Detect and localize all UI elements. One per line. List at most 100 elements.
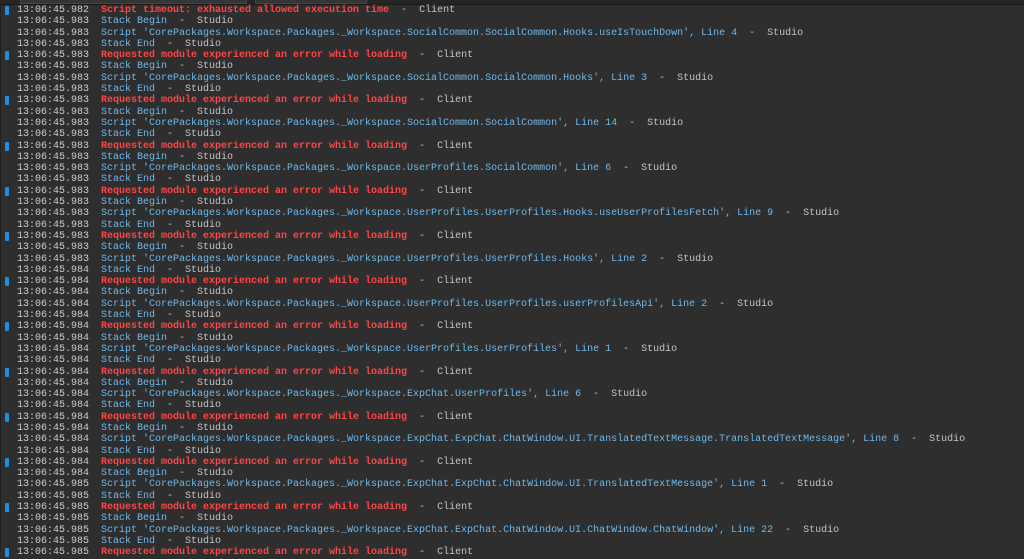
log-separator: - xyxy=(167,332,198,344)
log-entry[interactable]: 13:06:45.985 Stack End - Studio xyxy=(0,491,1024,502)
log-entry[interactable]: 13:06:45.984 Script 'CorePackages.Workspa… xyxy=(0,434,1024,445)
log-entry-error[interactable]: 13:06:45.983 Requested module experienced… xyxy=(0,95,1024,106)
log-entry-error[interactable]: 13:06:45.983 Requested module experienced… xyxy=(0,186,1024,197)
log-separator: - xyxy=(155,219,186,231)
log-entry[interactable]: 13:06:45.983 Script 'CorePackages.Workspa… xyxy=(0,73,1024,84)
log-message: Stack End xyxy=(101,445,156,457)
log-source: Client xyxy=(419,5,456,16)
log-separator: - xyxy=(167,106,198,118)
log-separator: - xyxy=(773,524,804,536)
error-marker-icon xyxy=(5,322,9,332)
log-source: Client xyxy=(437,411,474,423)
log-entry-error[interactable]: 13:06:45.983 Requested module experienced… xyxy=(0,231,1024,242)
log-entry[interactable]: 13:06:45.984 Stack Begin - Studio xyxy=(0,287,1024,298)
log-entry-error[interactable]: 13:06:45.984 Requested module experienced… xyxy=(0,276,1024,287)
log-source: Studio xyxy=(197,242,234,254)
log-entry-error[interactable]: 13:06:45.983 Requested module experienced… xyxy=(0,50,1024,61)
log-entry[interactable]: 13:06:45.984 Script 'CorePackages.Workspa… xyxy=(0,299,1024,310)
log-source: Studio xyxy=(647,117,684,129)
log-entry[interactable]: 13:06:45.984 Stack End - Studio xyxy=(0,400,1024,411)
log-entry[interactable]: 13:06:45.983 Script 'CorePackages.Workspa… xyxy=(0,208,1024,219)
log-entry[interactable]: 13:06:45.983 Stack End - Studio xyxy=(0,84,1024,95)
log-timestamp: 13:06:45.983 xyxy=(17,38,90,50)
log-message: Stack Begin xyxy=(101,151,168,163)
log-source: Client xyxy=(437,230,474,242)
log-entry[interactable]: 13:06:45.983 Script 'CorePackages.Workspa… xyxy=(0,163,1024,174)
log-source: Studio xyxy=(197,61,234,73)
log-source: Client xyxy=(437,140,474,152)
log-timestamp: 13:06:45.984 xyxy=(17,377,90,389)
log-entry[interactable]: 13:06:45.983 Stack Begin - Studio xyxy=(0,61,1024,72)
log-entry[interactable]: 13:06:45.984 Stack Begin - Studio xyxy=(0,423,1024,434)
log-entry[interactable]: 13:06:45.983 Stack End - Studio xyxy=(0,174,1024,185)
log-entry-error[interactable]: 13:06:45.983 Requested module experienced… xyxy=(0,141,1024,152)
log-entry[interactable]: 13:06:45.985 Script 'CorePackages.Workspa… xyxy=(0,525,1024,536)
log-entry-error[interactable]: 13:06:45.984 Requested module experienced… xyxy=(0,412,1024,423)
log-entry-error[interactable]: 13:06:45.984 Requested module experienced… xyxy=(0,367,1024,378)
log-separator: - xyxy=(767,479,798,491)
log-separator: - xyxy=(155,445,186,457)
log-entry[interactable]: 13:06:45.983 Stack Begin - Studio xyxy=(0,152,1024,163)
log-entry[interactable]: 13:06:45.984 Stack End - Studio xyxy=(0,446,1024,457)
log-message: Stack End xyxy=(101,490,156,502)
log-message: Requested module experienced an error wh… xyxy=(101,411,408,423)
log-entry[interactable]: 13:06:45.983 Stack Begin - Studio xyxy=(0,197,1024,208)
log-message: Script 'CorePackages.Workspace.Packages.… xyxy=(101,117,618,129)
error-marker-icon xyxy=(5,96,9,106)
log-entry[interactable]: 13:06:45.984 Stack End - Studio xyxy=(0,355,1024,366)
log-entry[interactable]: 13:06:45.984 Script 'CorePackages.Workspa… xyxy=(0,344,1024,355)
log-entry[interactable]: 13:06:45.983 Stack End - Studio xyxy=(0,129,1024,140)
log-source: Studio xyxy=(797,479,834,491)
log-message: Script 'CorePackages.Workspace.Packages.… xyxy=(101,253,648,265)
log-timestamp: 13:06:45.984 xyxy=(17,287,90,299)
log-entry[interactable]: 13:06:45.984 Stack Begin - Studio xyxy=(0,378,1024,389)
log-entry-error[interactable]: 13:06:45.984 Requested module experienced… xyxy=(0,321,1024,332)
log-timestamp: 13:06:45.984 xyxy=(17,332,90,344)
log-source: Client xyxy=(437,502,474,514)
log-entry-error[interactable]: 13:06:45.984 Requested module experienced… xyxy=(0,457,1024,468)
log-source: Studio xyxy=(197,332,234,344)
log-entry[interactable]: 13:06:45.984 Stack Begin - Studio xyxy=(0,468,1024,479)
log-message: Script 'CorePackages.Workspace.Packages.… xyxy=(101,72,648,84)
log-entry[interactable]: 13:06:45.985 Stack Begin - Studio xyxy=(0,513,1024,524)
error-marker-icon xyxy=(5,51,9,61)
log-message: Stack Begin xyxy=(101,468,168,480)
log-separator: - xyxy=(155,84,186,96)
log-source: Client xyxy=(437,95,474,107)
log-source: Studio xyxy=(185,84,222,96)
log-entry[interactable]: 13:06:45.984 Stack End - Studio xyxy=(0,310,1024,321)
log-entry[interactable]: 13:06:45.984 Stack End - Studio xyxy=(0,265,1024,276)
log-message: Stack Begin xyxy=(101,287,168,299)
log-source: Studio xyxy=(677,253,714,265)
log-entry-error[interactable]: 13:06:45.985 Requested module experienced… xyxy=(0,502,1024,513)
log-message: Stack End xyxy=(101,535,156,547)
tab[interactable] xyxy=(255,0,367,4)
log-entry[interactable]: 13:06:45.984 Stack Begin - Studio xyxy=(0,333,1024,344)
log-timestamp: 13:06:45.984 xyxy=(17,434,90,446)
log-source: Studio xyxy=(185,129,222,141)
log-message: Stack Begin xyxy=(101,16,168,28)
log-separator: - xyxy=(155,264,186,276)
log-entry[interactable]: 13:06:45.983 Stack End - Studio xyxy=(0,39,1024,50)
log-separator: - xyxy=(407,366,438,378)
log-entry[interactable]: 13:06:45.983 Script 'CorePackages.Workspa… xyxy=(0,118,1024,129)
log-separator: - xyxy=(167,61,198,73)
log-message: Stack Begin xyxy=(101,197,168,209)
log-entry-error[interactable]: 13:06:45.982 Script timeout: exhausted al… xyxy=(0,5,1024,16)
log-separator: - xyxy=(155,400,186,412)
log-entry-error[interactable]: 13:06:45.985 Requested module experienced… xyxy=(0,547,1024,558)
log-entry[interactable]: 13:06:45.985 Stack End - Studio xyxy=(0,536,1024,547)
log-entry[interactable]: 13:06:45.983 Stack End - Studio xyxy=(0,220,1024,231)
log-message: Script 'CorePackages.Workspace.Packages.… xyxy=(101,434,900,446)
log-entry[interactable]: 13:06:45.983 Script 'CorePackages.Workspa… xyxy=(0,254,1024,265)
log-source: Studio xyxy=(185,400,222,412)
log-entry[interactable]: 13:06:45.985 Script 'CorePackages.Workspa… xyxy=(0,479,1024,490)
tab[interactable] xyxy=(20,0,247,4)
log-entry[interactable]: 13:06:45.983 Stack Begin - Studio xyxy=(0,107,1024,118)
log-separator: - xyxy=(773,208,804,220)
log-entry[interactable]: 13:06:45.983 Stack Begin - Studio xyxy=(0,242,1024,253)
log-entry[interactable]: 13:06:45.983 Script 'CorePackages.Workspa… xyxy=(0,28,1024,39)
log-entry[interactable]: 13:06:45.984 Script 'CorePackages.Workspa… xyxy=(0,389,1024,400)
log-entry[interactable]: 13:06:45.983 Stack Begin - Studio xyxy=(0,16,1024,27)
log-separator: - xyxy=(407,230,438,242)
